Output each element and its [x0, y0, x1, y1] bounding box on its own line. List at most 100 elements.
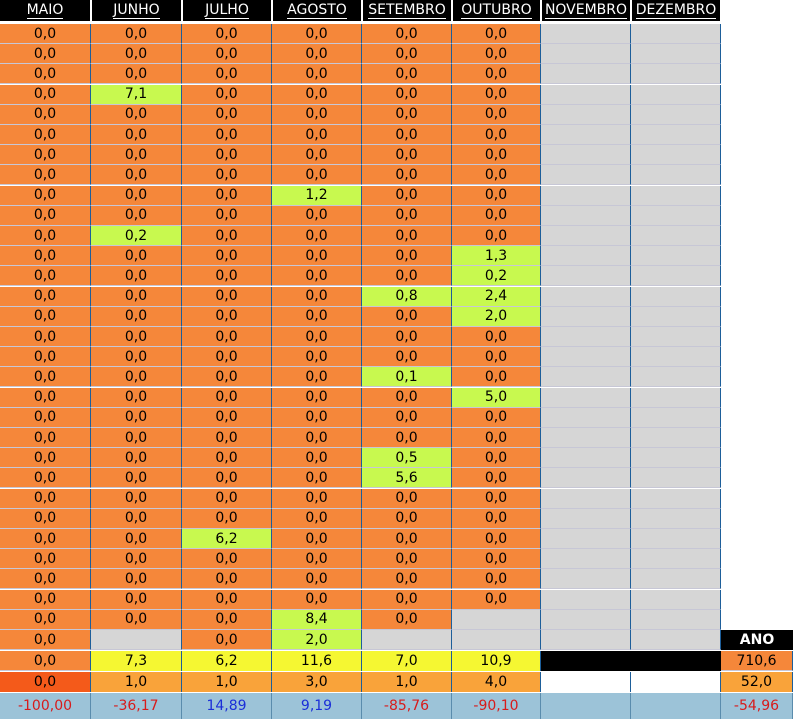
header-outubro[interactable]: OUTUBRO	[453, 0, 540, 21]
cell-maio[interactable]: 0,0	[0, 205, 91, 226]
cell-novembro[interactable]	[541, 609, 631, 630]
header-maio[interactable]: MAIO	[0, 0, 90, 21]
cell-novembro[interactable]	[541, 104, 631, 125]
cell-agosto[interactable]: 0,0	[272, 165, 362, 186]
cell-setembro[interactable]: 0,0	[362, 185, 452, 206]
cell-junho[interactable]: 0,0	[91, 468, 182, 489]
cell-outubro[interactable]: 0,0	[452, 104, 541, 125]
cell-junho[interactable]: 0,0	[91, 64, 182, 85]
cell-junho[interactable]: 0,0	[91, 407, 182, 428]
cell-outubro[interactable]	[452, 609, 541, 630]
cell-outubro[interactable]: 0,0	[452, 64, 541, 85]
cell-agosto[interactable]: 0,0	[272, 569, 362, 590]
count-dezembro[interactable]	[631, 672, 721, 693]
cell-novembro[interactable]	[541, 286, 631, 307]
cell-junho[interactable]: 0,0	[91, 488, 182, 509]
cell-dezembro[interactable]	[631, 468, 721, 489]
cell-outubro[interactable]: 0,0	[452, 24, 541, 44]
cell-dezembro[interactable]	[631, 185, 721, 206]
cell-dezembro[interactable]	[631, 387, 721, 408]
cell-novembro[interactable]	[541, 185, 631, 206]
cell-setembro[interactable]: 0,0	[362, 84, 452, 105]
cell-dezembro[interactable]	[631, 367, 721, 388]
cell-julho[interactable]: 0,0	[182, 549, 272, 570]
cell-maio[interactable]: 0,0	[0, 246, 91, 267]
count-junho[interactable]: 1,0	[91, 672, 182, 693]
cell-julho[interactable]: 0,0	[182, 145, 272, 166]
cell-novembro[interactable]	[541, 246, 631, 267]
cell-agosto[interactable]: 0,0	[272, 428, 362, 448]
cell-novembro[interactable]	[541, 569, 631, 590]
cell-dezembro[interactable]	[631, 327, 721, 347]
cell-outubro[interactable]: 0,0	[452, 367, 541, 388]
cell-dezembro[interactable]	[631, 145, 721, 166]
cell-maio[interactable]: 0,0	[0, 508, 91, 529]
cell-julho[interactable]: 0,0	[182, 306, 272, 327]
cell-junho[interactable]: 0,0	[91, 347, 182, 368]
cell-maio[interactable]: 0,0	[0, 367, 91, 388]
cell-agosto[interactable]: 0,0	[272, 529, 362, 549]
cell-outubro[interactable]: 0,0	[452, 84, 541, 105]
header-setembro[interactable]: SETEMBRO	[363, 0, 451, 21]
cell-junho[interactable]	[91, 630, 182, 650]
cell-junho[interactable]: 0,0	[91, 589, 182, 610]
cell-julho[interactable]: 0,0	[182, 44, 272, 65]
cell-maio[interactable]: 0,0	[0, 609, 91, 630]
cell-outubro[interactable]: 2,4	[452, 286, 541, 307]
cell-maio[interactable]: 0,0	[0, 347, 91, 368]
cell-junho[interactable]: 0,0	[91, 145, 182, 166]
cell-junho[interactable]: 0,0	[91, 246, 182, 267]
cell-agosto[interactable]: 0,0	[272, 246, 362, 267]
cell-setembro[interactable]: 0,0	[362, 44, 452, 65]
cell-maio[interactable]: 0,0	[0, 448, 91, 469]
cell-maio[interactable]: 0,0	[0, 226, 91, 246]
cell-julho[interactable]: 0,0	[182, 448, 272, 469]
cell-julho[interactable]: 0,0	[182, 630, 272, 650]
cell-novembro[interactable]	[541, 84, 631, 105]
cell-maio[interactable]: 0,0	[0, 549, 91, 570]
cell-julho[interactable]: 0,0	[182, 246, 272, 267]
cell-novembro[interactable]	[541, 387, 631, 408]
cell-maio[interactable]: 0,0	[0, 24, 91, 44]
cell-junho[interactable]: 0,2	[91, 226, 182, 246]
cell-dezembro[interactable]	[631, 286, 721, 307]
cell-setembro[interactable]	[362, 630, 452, 650]
cell-agosto[interactable]: 0,0	[272, 226, 362, 246]
deviation-novembro[interactable]	[541, 693, 631, 719]
cell-dezembro[interactable]	[631, 64, 721, 85]
cell-dezembro[interactable]	[631, 84, 721, 105]
count-maio[interactable]: 0,0	[0, 672, 91, 693]
deviation-year[interactable]: -54,96	[721, 693, 793, 719]
cell-setembro[interactable]: 0,1	[362, 367, 452, 388]
cell-outubro[interactable]: 0,0	[452, 185, 541, 206]
cell-setembro[interactable]: 0,5	[362, 448, 452, 469]
cell-agosto[interactable]: 0,0	[272, 347, 362, 368]
cell-agosto[interactable]: 0,0	[272, 306, 362, 327]
cell-outubro[interactable]: 0,2	[452, 266, 541, 287]
cell-junho[interactable]: 0,0	[91, 125, 182, 145]
cell-julho[interactable]: 0,0	[182, 387, 272, 408]
cell-agosto[interactable]: 1,2	[272, 185, 362, 206]
cell-junho[interactable]: 0,0	[91, 549, 182, 570]
cell-novembro[interactable]	[541, 508, 631, 529]
cell-julho[interactable]: 0,0	[182, 104, 272, 125]
cell-junho[interactable]: 0,0	[91, 266, 182, 287]
cell-dezembro[interactable]	[631, 246, 721, 267]
cell-setembro[interactable]: 0,0	[362, 529, 452, 549]
cell-outubro[interactable]: 1,3	[452, 246, 541, 267]
cell-dezembro[interactable]	[631, 407, 721, 428]
cell-julho[interactable]: 0,0	[182, 609, 272, 630]
cell-agosto[interactable]: 0,0	[272, 24, 362, 44]
cell-julho[interactable]: 0,0	[182, 266, 272, 287]
cell-setembro[interactable]: 0,0	[362, 407, 452, 428]
cell-agosto[interactable]: 0,0	[272, 387, 362, 408]
deviation-outubro[interactable]: -90,10	[452, 693, 541, 719]
cell-agosto[interactable]: 0,0	[272, 44, 362, 65]
cell-dezembro[interactable]	[631, 428, 721, 448]
cell-dezembro[interactable]	[631, 125, 721, 145]
total-julho[interactable]: 6,2	[182, 651, 272, 672]
cell-novembro[interactable]	[541, 488, 631, 509]
cell-maio[interactable]: 0,0	[0, 104, 91, 125]
cell-novembro[interactable]	[541, 205, 631, 226]
cell-julho[interactable]: 0,0	[182, 327, 272, 347]
